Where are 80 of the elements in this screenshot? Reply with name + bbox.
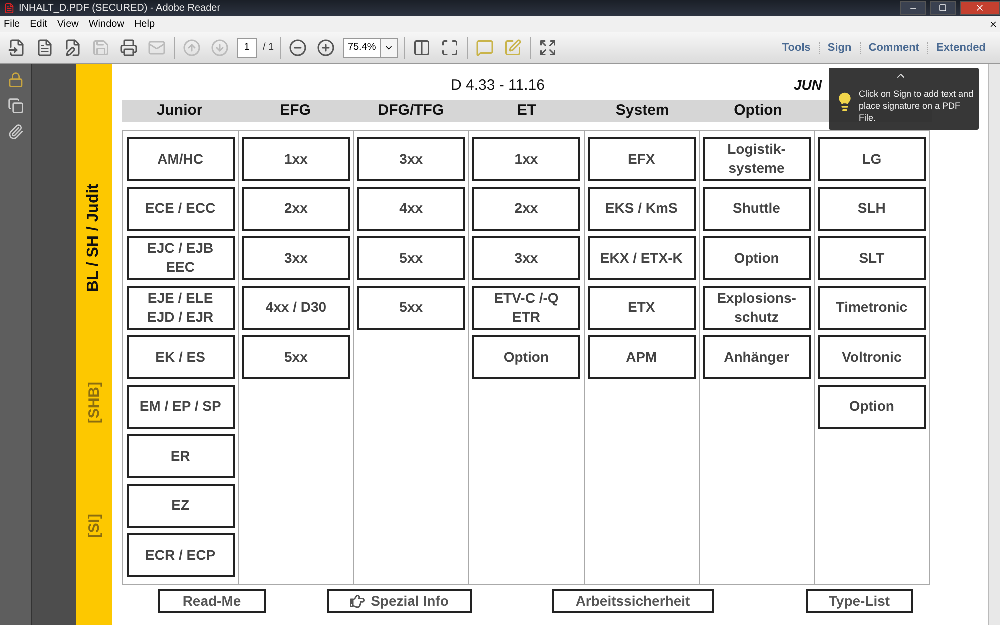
- link-tile[interactable]: Explosions- schutz: [702, 286, 811, 330]
- tooltip-text: Click on Sign to add text and place signature on a PDF File.: [859, 88, 975, 124]
- link-tile[interactable]: ETV-C /-Q ETR: [472, 286, 580, 330]
- logo: JUN: [794, 77, 822, 93]
- footer-button[interactable]: Type-List: [806, 589, 913, 613]
- menu-item[interactable]: Help: [134, 18, 156, 30]
- link-tile[interactable]: EJE / ELE EJD / EJR: [126, 286, 235, 330]
- link-tile[interactable]: 1xx: [242, 137, 350, 181]
- column-header: Option: [733, 101, 784, 121]
- scrollbar[interactable]: [988, 64, 1000, 625]
- maximize-icon: [939, 4, 947, 12]
- link-tile[interactable]: 2xx: [242, 186, 350, 230]
- page-field[interactable]: 1: [237, 38, 257, 58]
- pages-icon[interactable]: [8, 98, 24, 114]
- column-header: DFG/TFG: [377, 101, 446, 121]
- link-tile[interactable]: AM/HC: [126, 137, 235, 181]
- link-tile[interactable]: ER: [126, 434, 235, 478]
- link-tile[interactable]: SLT: [818, 236, 926, 280]
- link-tile[interactable]: Shuttle: [702, 186, 811, 230]
- link-tile[interactable]: 5xx: [242, 335, 350, 379]
- side-label: [SHB]: [86, 382, 102, 424]
- link-tile[interactable]: EK / ES: [126, 335, 235, 379]
- lock-icon[interactable]: [8, 72, 24, 88]
- document-title: D 4.33 - 11.16: [451, 76, 545, 94]
- link-tile[interactable]: Voltronic: [818, 335, 926, 379]
- link-tile[interactable]: EKS / KmS: [588, 186, 696, 230]
- pointing-hand-icon: [350, 594, 366, 608]
- link-tile[interactable]: Logistik- systeme: [702, 137, 811, 181]
- page-total: / 1: [263, 42, 274, 53]
- footer-button[interactable]: Spezial Info: [327, 589, 472, 613]
- column-header: ET: [516, 101, 538, 121]
- column-header: EFG: [279, 101, 312, 121]
- window-title: INHALT_D.PDF (SECURED) - Adobe Reader: [19, 2, 222, 14]
- footer-button[interactable]: Arbeitssicherheit: [552, 589, 714, 613]
- link-tile[interactable]: Anhänger: [702, 335, 811, 379]
- menu-item[interactable]: Edit: [30, 18, 48, 30]
- link-tile[interactable]: EKX / ETX-K: [588, 236, 696, 280]
- link-tile[interactable]: 3xx: [472, 236, 580, 280]
- menu-item[interactable]: File: [4, 18, 20, 30]
- side-label: BL / SH / Judit: [85, 184, 103, 292]
- app-icon: [4, 2, 15, 14]
- link-tile[interactable]: 2xx: [472, 186, 580, 230]
- link-tile[interactable]: EFX: [588, 137, 696, 181]
- link-tile[interactable]: APM: [588, 335, 696, 379]
- maximize-button[interactable]: [930, 1, 956, 15]
- link-tile[interactable]: ECE / ECC: [126, 186, 235, 230]
- link-tile[interactable]: Option: [702, 236, 811, 280]
- link-tile[interactable]: ECR / ECP: [126, 533, 235, 577]
- link-tile[interactable]: SLH: [818, 186, 926, 230]
- link-tile[interactable]: EJC / EJB EEC: [126, 236, 235, 280]
- footer-button[interactable]: Read-Me: [158, 589, 266, 613]
- link-tile[interactable]: 4xx / D30: [242, 286, 350, 330]
- close-icon: [975, 3, 985, 13]
- toolbar-link[interactable]: Tools: [774, 42, 819, 54]
- link-tile[interactable]: ETX: [588, 286, 696, 330]
- link-tile[interactable]: EM / EP / SP: [126, 384, 235, 428]
- link-tile[interactable]: Option: [818, 384, 926, 428]
- toolbar-link[interactable]: Extended: [927, 42, 994, 54]
- toolbar-link[interactable]: Sign: [818, 42, 860, 54]
- column-header: Junior: [156, 101, 204, 121]
- link-tile[interactable]: 4xx: [357, 186, 466, 230]
- menu-item[interactable]: View: [57, 18, 79, 30]
- link-tile[interactable]: 1xx: [472, 137, 580, 181]
- link-tile[interactable]: EZ: [126, 484, 235, 528]
- link-tile[interactable]: 5xx: [357, 236, 466, 280]
- column-header: System: [614, 101, 670, 121]
- link-tile[interactable]: Option: [472, 335, 580, 379]
- link-tile[interactable]: 3xx: [357, 137, 466, 181]
- menu-item[interactable]: Window: [88, 18, 124, 30]
- link-tile[interactable]: LG: [818, 137, 926, 181]
- toolbar-link[interactable]: Comment: [860, 42, 928, 54]
- paperclip-icon[interactable]: [8, 124, 24, 140]
- zoom-field[interactable]: 75.4%: [343, 38, 382, 58]
- link-tile[interactable]: Timetronic: [818, 286, 926, 330]
- zoom-dropdown[interactable]: [380, 38, 398, 58]
- link-tile[interactable]: 3xx: [242, 236, 350, 280]
- link-tile[interactable]: 5xx: [357, 286, 466, 330]
- side-label: [SI]: [86, 514, 102, 538]
- close-icon[interactable]: [989, 20, 998, 28]
- close-button[interactable]: [960, 1, 1000, 15]
